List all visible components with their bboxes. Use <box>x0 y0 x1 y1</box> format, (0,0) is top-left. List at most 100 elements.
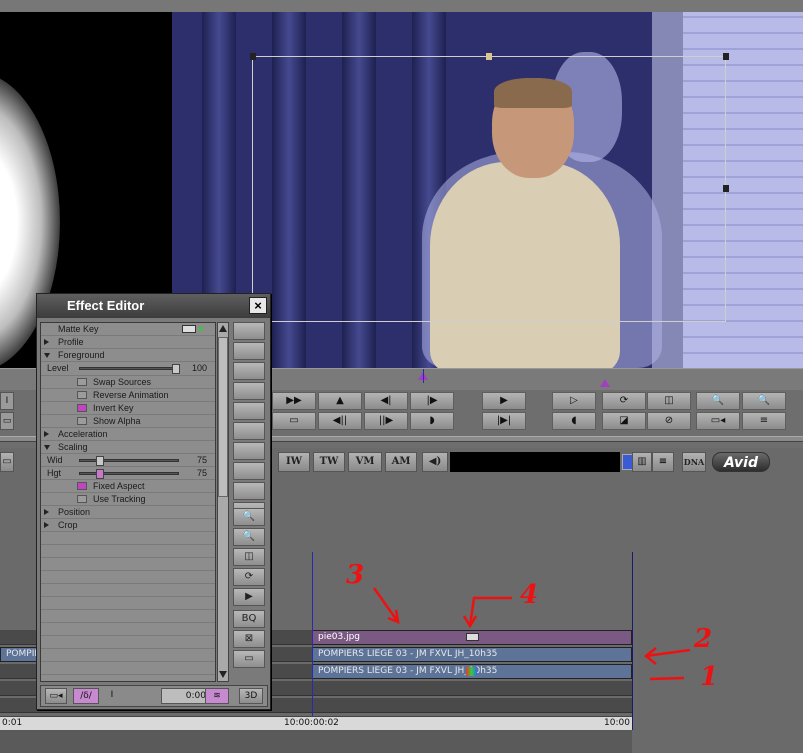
am-button[interactable]: AM <box>385 452 417 472</box>
group-foreground[interactable]: Foreground <box>41 349 215 362</box>
group-position[interactable]: Position <box>41 506 215 519</box>
play-icon[interactable]: ▶ <box>482 392 526 410</box>
scale-handle[interactable] <box>486 53 492 60</box>
checkbox-row[interactable]: Show Alpha <box>41 415 215 428</box>
effect-icon[interactable] <box>466 633 479 641</box>
checkbox-row[interactable]: Swap Sources <box>41 376 215 389</box>
tool-button[interactable] <box>233 422 265 440</box>
no-icon[interactable]: ⊘ <box>647 412 691 430</box>
list-icon[interactable]: ≡ <box>652 452 674 472</box>
zoom-out-icon[interactable]: 🔍 <box>696 392 740 410</box>
go-to-out-icon[interactable]: |▶| <box>482 412 526 430</box>
tw-button[interactable]: TW <box>313 452 345 472</box>
settings-icon[interactable]: ▥ <box>632 452 652 472</box>
scroll-thumb[interactable] <box>218 337 228 497</box>
step-back-icon[interactable]: ◀| <box>364 392 408 410</box>
scale-handle[interactable] <box>723 53 729 60</box>
timeline-clip-v1[interactable]: POMPIERS LIEGE 03 - JM FXVL JH_10h35 <box>312 647 632 662</box>
expand-triangle-icon[interactable] <box>44 339 49 345</box>
expand-triangle-icon[interactable] <box>44 431 49 437</box>
checkbox-row[interactable]: Fixed Aspect <box>41 480 215 493</box>
checkbox-row[interactable]: Reverse Animation <box>41 389 215 402</box>
effect-editor-window[interactable]: Effect Editor × Matte Key Profile Foregr… <box>36 293 271 710</box>
timeline-clip-matte[interactable]: pie03.jpg <box>312 630 632 645</box>
half-left-icon[interactable]: ◗ <box>410 412 454 430</box>
grid-icon[interactable]: ◫ <box>233 548 265 566</box>
group-acceleration[interactable]: Acceleration <box>41 428 215 441</box>
reverse-animation-checkbox[interactable] <box>77 391 87 399</box>
scale-handle[interactable] <box>723 185 729 192</box>
use-tracking-checkbox[interactable] <box>77 495 87 503</box>
half-right-icon[interactable]: ◖ <box>552 412 596 430</box>
level-slider[interactable] <box>79 364 180 374</box>
invert-key-checkbox[interactable] <box>77 404 87 412</box>
mark-in-icon[interactable]: ▲ <box>318 392 362 410</box>
tool-button[interactable] <box>233 482 265 500</box>
bq-button[interactable]: BQ <box>233 610 265 628</box>
width-slider-knob[interactable] <box>96 456 104 466</box>
show-alpha-checkbox[interactable] <box>77 417 87 425</box>
expand-triangle-icon[interactable] <box>44 509 49 515</box>
zoom-in-icon[interactable]: 🔍 <box>233 528 265 546</box>
close-button[interactable]: × <box>249 297 267 314</box>
group-crop[interactable]: Crop <box>41 519 215 532</box>
parameters-scrollbar[interactable] <box>217 322 229 682</box>
collapse-triangle-icon[interactable] <box>44 353 50 358</box>
tool-button[interactable] <box>233 342 265 360</box>
split-view-icon[interactable]: ◫ <box>647 392 691 410</box>
effect-editor-titlebar[interactable]: Effect Editor × <box>37 294 270 318</box>
keyframe-mode-icon[interactable]: /δ/ <box>73 688 99 704</box>
step-back-fields-icon[interactable]: ◀|| <box>318 412 362 430</box>
expand-triangle-icon[interactable] <box>44 522 49 528</box>
timeline-left-button[interactable]: ▭ <box>0 452 14 472</box>
frame-icon[interactable]: ▭ <box>233 650 265 668</box>
swap-sources-checkbox[interactable] <box>77 378 87 386</box>
render-icon[interactable]: ▭◂ <box>696 412 740 430</box>
play-forward-icon[interactable]: ▷ <box>552 392 596 410</box>
group-profile[interactable]: Profile <box>41 336 215 349</box>
fixed-aspect-checkbox[interactable] <box>77 482 87 490</box>
zoom-out-icon[interactable]: 🔍 <box>233 508 265 526</box>
scale-handle[interactable] <box>250 53 256 60</box>
zoom-in-icon[interactable]: 🔍 <box>742 392 786 410</box>
mark-icon[interactable] <box>600 379 610 387</box>
keyframe-graph-icon[interactable]: ≋ <box>205 688 229 704</box>
loop-icon[interactable]: ⟳ <box>602 392 646 410</box>
timeline-clip-a1[interactable]: POMPIERS LIEGE 03 - JM FXVL JH_10h35 <box>312 664 632 679</box>
tool-button[interactable] <box>233 362 265 380</box>
scroll-up-icon[interactable] <box>219 325 227 332</box>
timecode-ruler[interactable]: 0:01 10:00:00:02 10:00 <box>0 716 632 730</box>
checkbox-row[interactable]: Invert Key <box>41 402 215 415</box>
crop-icon[interactable]: ⊠ <box>233 630 265 648</box>
width-slider[interactable] <box>79 456 179 466</box>
timeline-scroll-area[interactable] <box>0 730 632 753</box>
menu-icon[interactable]: ≡ <box>742 412 786 430</box>
vm-button[interactable]: VM <box>348 452 382 472</box>
tool-button[interactable] <box>233 442 265 460</box>
dna-button[interactable]: DNA <box>682 452 706 472</box>
height-slider[interactable] <box>79 469 179 479</box>
effect-icon[interactable] <box>466 667 477 676</box>
key-icon[interactable] <box>182 325 196 333</box>
left-transport-button[interactable]: ▭ <box>0 412 14 430</box>
text-cursor-icon[interactable]: I <box>105 688 119 704</box>
refresh-icon[interactable]: ⟳ <box>233 568 265 586</box>
tool-button[interactable] <box>233 462 265 480</box>
collapse-triangle-icon[interactable] <box>44 445 50 450</box>
step-forward-fields-icon[interactable]: ||▶ <box>364 412 408 430</box>
3d-icon[interactable]: 3D <box>239 688 263 704</box>
effect-scale-box[interactable] <box>250 53 729 322</box>
tool-button[interactable] <box>233 382 265 400</box>
left-transport-button[interactable]: I <box>0 392 14 410</box>
iw-button[interactable]: IW <box>278 452 310 472</box>
fast-forward-icon[interactable]: ▶▶ <box>272 392 316 410</box>
mask-icon[interactable]: ◪ <box>602 412 646 430</box>
speaker-icon[interactable]: ◀) <box>422 452 448 472</box>
step-forward-icon[interactable]: |▶ <box>410 392 454 410</box>
height-slider-knob[interactable] <box>96 469 104 479</box>
group-scaling[interactable]: Scaling <box>41 441 215 454</box>
level-slider-knob[interactable] <box>172 364 180 374</box>
render-effect-icon[interactable]: ▭◂ <box>45 688 67 704</box>
tool-button[interactable] <box>233 402 265 420</box>
checkbox-row[interactable]: Use Tracking <box>41 493 215 506</box>
